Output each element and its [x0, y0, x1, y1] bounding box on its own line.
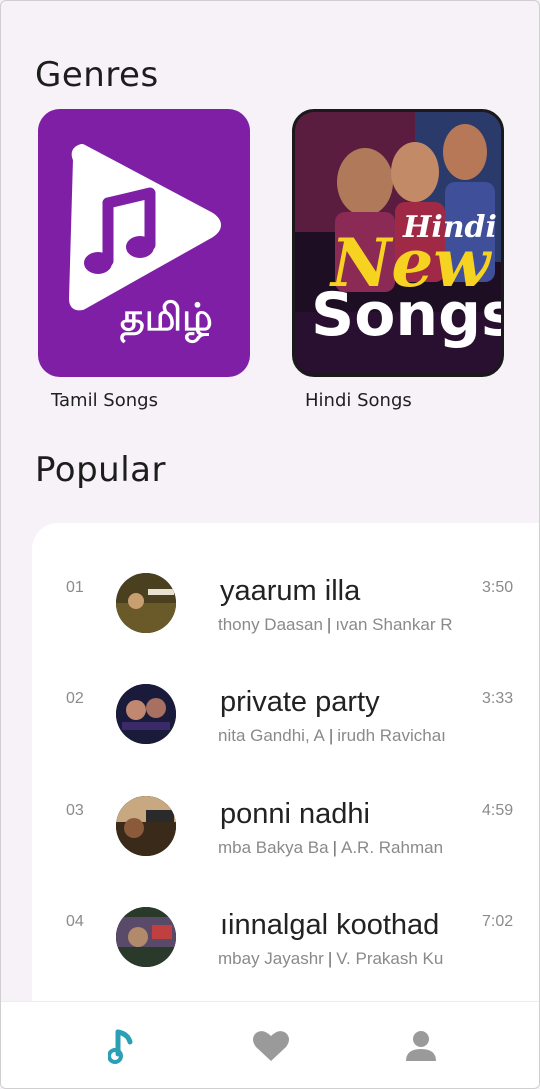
song-duration: 3:50 — [482, 579, 514, 596]
popular-heading: Popular — [35, 450, 166, 490]
song-title: yaarum illa — [220, 575, 361, 607]
tamil-genre-art[interactable]: தமிழ் — [38, 109, 250, 377]
song-cover[interactable] — [116, 796, 176, 856]
song-artist: mba Bakya Ba — [218, 838, 329, 857]
nav-profile-button[interactable] — [399, 1024, 443, 1068]
hindi-art-text-3: Songs — [311, 280, 504, 350]
song-duration: 4:59 — [482, 802, 514, 819]
song-duration: 7:02 — [482, 913, 514, 930]
song-cover[interactable] — [116, 684, 176, 744]
song-artist: thony Daasan — [218, 615, 323, 634]
artist-separator: | — [326, 615, 332, 634]
song-cover[interactable] — [116, 907, 176, 967]
song-index: 03 — [66, 802, 84, 819]
song-artists: mba Bakya Ba | A.R. Rahman — [218, 838, 456, 858]
genre-card-tamil[interactable]: தமிழ் Tamil Songs — [38, 109, 250, 411]
song-cover[interactable] — [116, 573, 176, 633]
bottom-navigation — [1, 1001, 539, 1088]
heart-icon — [253, 1031, 289, 1061]
song-row[interactable]: 04 ıinnalgal koothad mbay Jayashr | V. Pra… — [32, 907, 539, 993]
song-row[interactable]: 01 yaarum illa thony Daasan | ıvan Shankar… — [32, 573, 539, 659]
popular-list: 01 yaarum illa thony Daasan | ıvan Shankar… — [32, 523, 539, 1023]
artist-separator: | — [332, 838, 337, 857]
nav-favorites-button[interactable] — [249, 1024, 293, 1068]
song-title: ponni nadhi — [220, 798, 370, 830]
genre-card-hindi[interactable]: Hindi New Songs Hindi Songs — [292, 109, 504, 411]
song-row[interactable]: 02 private party nita Gandhi, A | irudh Ra… — [32, 684, 539, 770]
song-index: 02 — [66, 690, 84, 707]
song-artist: A.R. Rahman — [340, 838, 444, 857]
song-title: ıinnalgal koothad — [220, 909, 440, 941]
song-artist: irudh Ravichaı — [337, 726, 446, 745]
app-screen: Genres தமிழ் Tamil Songs Hindi New Songs… — [0, 0, 540, 1089]
song-artists: nita Gandhi, A | irudh Ravichaı — [218, 726, 456, 746]
song-artist: mbay Jayashr — [218, 949, 324, 968]
song-cover-image — [116, 573, 176, 633]
song-row[interactable]: 03 ponni nadhi mba Bakya Ba | A.R. Rahman … — [32, 796, 539, 882]
song-index: 01 — [66, 579, 84, 596]
artist-separator: | — [327, 949, 333, 968]
song-artist: ıvan Shankar R — [335, 615, 453, 634]
song-cover-image — [116, 796, 176, 856]
genre-label-tamil: Tamil Songs — [51, 390, 158, 411]
genre-label-hindi: Hindi Songs — [305, 390, 412, 411]
song-artists: thony Daasan | ıvan Shankar R — [218, 615, 456, 635]
song-cover-image — [116, 907, 176, 967]
song-title: private party — [220, 686, 380, 718]
song-artists: mbay Jayashr | V. Prakash Ku — [218, 949, 456, 969]
person-icon — [406, 1031, 436, 1061]
tamil-art-text: தமிழ் — [120, 295, 213, 339]
artist-separator: | — [328, 726, 334, 745]
song-artist: nita Gandhi, A — [218, 726, 325, 745]
song-index: 04 — [66, 913, 84, 930]
song-cover-image — [116, 684, 176, 744]
music-note-icon — [108, 1029, 133, 1064]
genres-heading: Genres — [35, 55, 159, 95]
song-duration: 3:33 — [482, 690, 514, 707]
song-artist: V. Prakash Ku — [336, 949, 444, 968]
nav-music-button[interactable] — [99, 1024, 143, 1068]
hindi-genre-art[interactable]: Hindi New Songs — [292, 109, 504, 377]
